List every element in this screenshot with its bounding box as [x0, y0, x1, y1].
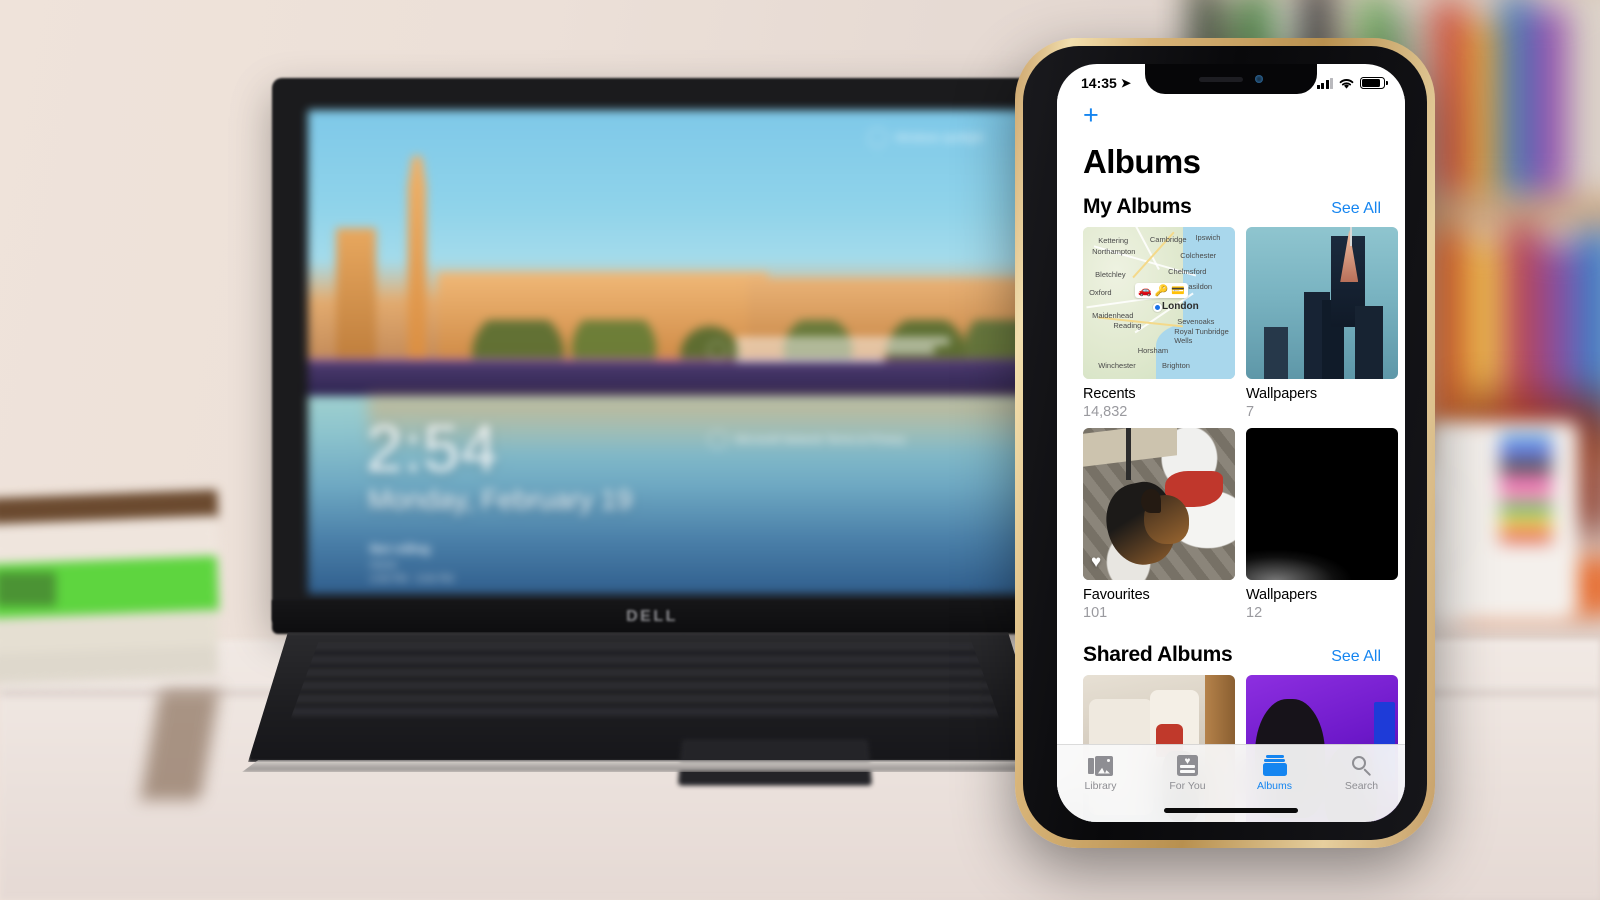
widget-location: Home	[370, 560, 397, 571]
spotlight-label: Windows spotlight	[868, 128, 984, 147]
earpiece-speaker-icon	[1199, 76, 1243, 82]
widget-title: Not rolling	[370, 542, 430, 556]
tooltip-text-lines	[735, 338, 950, 362]
spotlight-tooltip	[708, 338, 958, 362]
album-thumbnail-wallpapers-2[interactable]	[1246, 428, 1398, 580]
search-icon	[1318, 752, 1405, 779]
section-title: My Albums	[1083, 195, 1192, 218]
iphone: 14:35 ➤ + Albums My Albums See All Kette…	[1015, 38, 1435, 848]
albums-icon	[1231, 752, 1318, 779]
map-thumbnail-icon: Kettering Cambridge Ipswich Northampton …	[1083, 227, 1235, 379]
album-count: 7	[1246, 404, 1255, 420]
tab-label: Search	[1344, 780, 1379, 792]
see-all-shared-albums[interactable]: See All	[1331, 648, 1381, 666]
info-circle-icon	[868, 128, 887, 147]
add-album-button[interactable]: +	[1057, 96, 1105, 129]
section-header-shared-albums: Shared Albums See All	[1057, 621, 1405, 675]
photo-scene: 2:54 Monday, February 19 Not rolling Hom…	[0, 0, 1600, 900]
coffee-mug	[1402, 404, 1598, 644]
album-thumbnail-recents[interactable]: Kettering Cambridge Ipswich Northampton …	[1083, 227, 1235, 379]
album-name: Favourites	[1083, 587, 1150, 603]
status-time: 14:35	[1081, 75, 1117, 91]
car-icon: 🚗	[1138, 285, 1152, 297]
dog-photo-thumbnail	[1083, 428, 1235, 580]
album-thumbnail-favourites[interactable]: ♥	[1083, 428, 1235, 580]
status-bar-left: 14:35 ➤	[1081, 75, 1131, 91]
lockscreen-clock: 2:54	[366, 411, 499, 485]
home-indicator[interactable]	[1164, 808, 1298, 813]
battery-icon	[1360, 77, 1388, 89]
album-count: 101	[1083, 605, 1108, 621]
cellular-signal-icon	[1316, 77, 1333, 89]
tab-label: For You	[1169, 780, 1206, 792]
tab-library[interactable]: Library	[1057, 752, 1144, 792]
location-arrow-icon: ➤	[1120, 76, 1131, 90]
lockscreen-calendar-widget: Not rolling Home 2:00 PM - 3:00 PM 4	[370, 542, 453, 594]
favourites-heart-icon: ♥	[1091, 552, 1102, 571]
my-albums-grid: Kettering Cambridge Ipswich Northampton …	[1057, 227, 1405, 621]
wifi-icon	[1339, 78, 1354, 89]
for-you-icon	[1144, 752, 1231, 779]
laptop-lid: 2:54 Monday, February 19 Not rolling Hom…	[272, 78, 1041, 623]
black-photo-thumbnail	[1246, 428, 1398, 580]
tab-for-you[interactable]: For You	[1144, 752, 1231, 792]
book-stack	[0, 489, 220, 810]
laptop-screen: 2:54 Monday, February 19 Not rolling Hom…	[308, 110, 1041, 594]
section-header-my-albums: My Albums See All	[1057, 185, 1405, 227]
see-all-my-albums[interactable]: See All	[1331, 200, 1381, 218]
section-title: Shared Albums	[1083, 643, 1233, 666]
spotlight-footer: Microsoft Network Terms & Privacy	[708, 430, 905, 449]
lockscreen-date: Monday, February 19	[368, 484, 633, 515]
map-emoji-badges: 🚗 🔑 💳	[1135, 283, 1189, 298]
tab-albums[interactable]: Albums	[1231, 752, 1318, 792]
album-count: 12	[1246, 605, 1263, 621]
front-camera-icon	[1255, 75, 1263, 83]
laptop-brand-logo: DELL	[626, 608, 678, 625]
status-bar-right	[1316, 77, 1388, 90]
shield-circle-icon	[708, 430, 727, 449]
city-skyline-thumbnail	[1246, 227, 1398, 379]
album-card-wallpapers-2[interactable]: Wallpapers 12	[1246, 428, 1398, 621]
phone-notch	[1145, 64, 1317, 94]
album-card-wallpapers-1[interactable]: Wallpapers 7	[1246, 227, 1398, 420]
album-count: 14,832	[1083, 404, 1128, 420]
card-icon: 💳	[1171, 285, 1186, 297]
tab-label: Library	[1084, 780, 1117, 792]
tab-label: Albums	[1256, 780, 1292, 792]
album-name: Wallpapers	[1246, 386, 1317, 402]
like-circle-icon	[708, 340, 727, 360]
laptop-base-edge	[242, 760, 1054, 772]
widget-time-range: 2:00 PM - 3:00 PM	[370, 574, 454, 585]
photos-app-content: + Albums My Albums See All Kettering Cam…	[1057, 96, 1405, 822]
laptop: 2:54 Monday, February 19 Not rolling Hom…	[242, 60, 1054, 786]
album-thumbnail-wallpapers-1[interactable]	[1246, 227, 1398, 379]
laptop-keyboard	[290, 642, 1000, 720]
library-icon	[1057, 752, 1144, 779]
tab-search[interactable]: Search	[1318, 752, 1405, 792]
album-name: Wallpapers	[1246, 587, 1317, 603]
album-card-favourites[interactable]: ♥ Favourites 101	[1083, 428, 1235, 621]
key-icon: 🔑	[1154, 285, 1169, 297]
current-location-dot	[1152, 303, 1162, 312]
phone-screen: 14:35 ➤ + Albums My Albums See All Kette…	[1057, 64, 1405, 822]
page-title: Albums	[1083, 143, 1201, 180]
album-name: Recents	[1083, 386, 1136, 402]
album-card-recents[interactable]: Kettering Cambridge Ipswich Northampton …	[1083, 227, 1235, 420]
